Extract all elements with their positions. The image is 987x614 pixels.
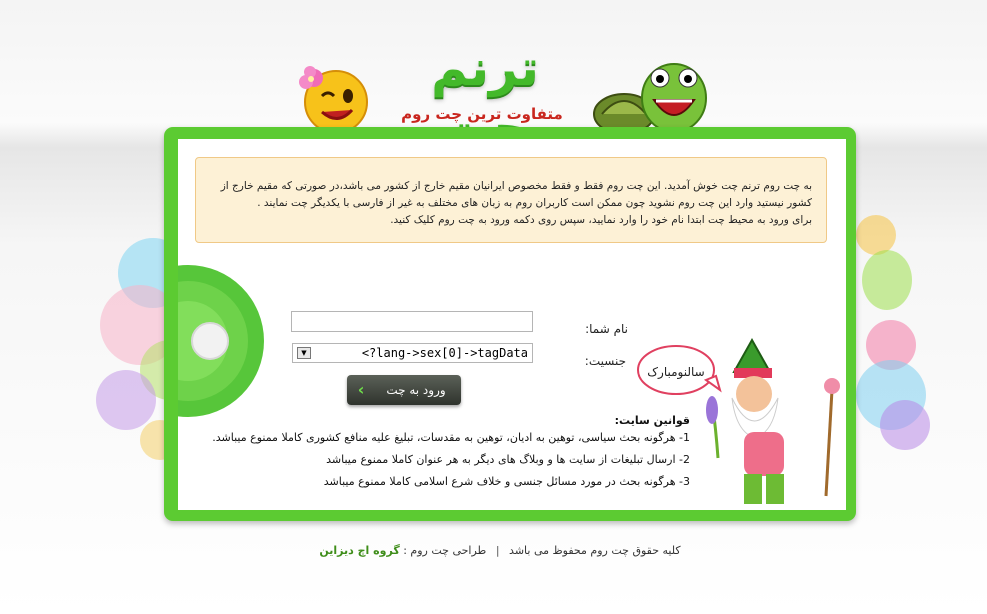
brand-title: ترنم چت (431, 39, 540, 157)
rule-item-1: 1- هرگونه بحث سیاسی، توهین به ادیان، توه… (212, 431, 690, 444)
name-input[interactable] (291, 311, 533, 332)
enter-chat-button[interactable]: ‹ ورود به چت (347, 375, 461, 405)
footer-separator: | (495, 544, 500, 557)
gender-select-value: <?lang->sex[0]->tagData (361, 346, 528, 360)
designer-label: طراحی چت روم : (403, 544, 487, 557)
smiley-logo-icon (299, 66, 368, 134)
copyright-text: کلیه حقوق چت روم محفوظ می باشد (509, 544, 681, 557)
decor-disc-icon (178, 265, 264, 417)
bubble-text: سالنومبارک (647, 365, 704, 380)
name-label: نام شما: (585, 322, 628, 336)
gender-label: جنسیت: (584, 354, 626, 368)
designer-link[interactable]: گروه اچ دیزاین (319, 544, 399, 557)
enter-chat-label: ورود به چت (386, 383, 446, 397)
footer: کلیه حقوق چت روم محفوظ می باشد | طراحی چ… (300, 544, 700, 560)
brand-subtitle: متفاوت ترین چت روم ایرانیان (401, 105, 563, 145)
bearded-man-mascot-icon: سالنومبارک (637, 337, 840, 504)
notice-line-2: کشور نیستید وارد این چت روم نشوید چون مم… (257, 197, 812, 209)
arrow-left-icon: ‹ (357, 380, 365, 399)
notice-line-3: برای ورود به محیط چت ابتدا نام خود را وا… (390, 214, 812, 226)
gender-select[interactable]: <?lang->sex[0]->tagData ▼ (292, 343, 533, 363)
notice-line-1: به چت روم ترنم چت خوش آمدید. این چت روم … (220, 180, 812, 192)
chevron-down-icon[interactable]: ▼ (297, 347, 311, 359)
welcome-notice: به چت روم ترنم چت خوش آمدید. این چت روم … (195, 157, 827, 243)
